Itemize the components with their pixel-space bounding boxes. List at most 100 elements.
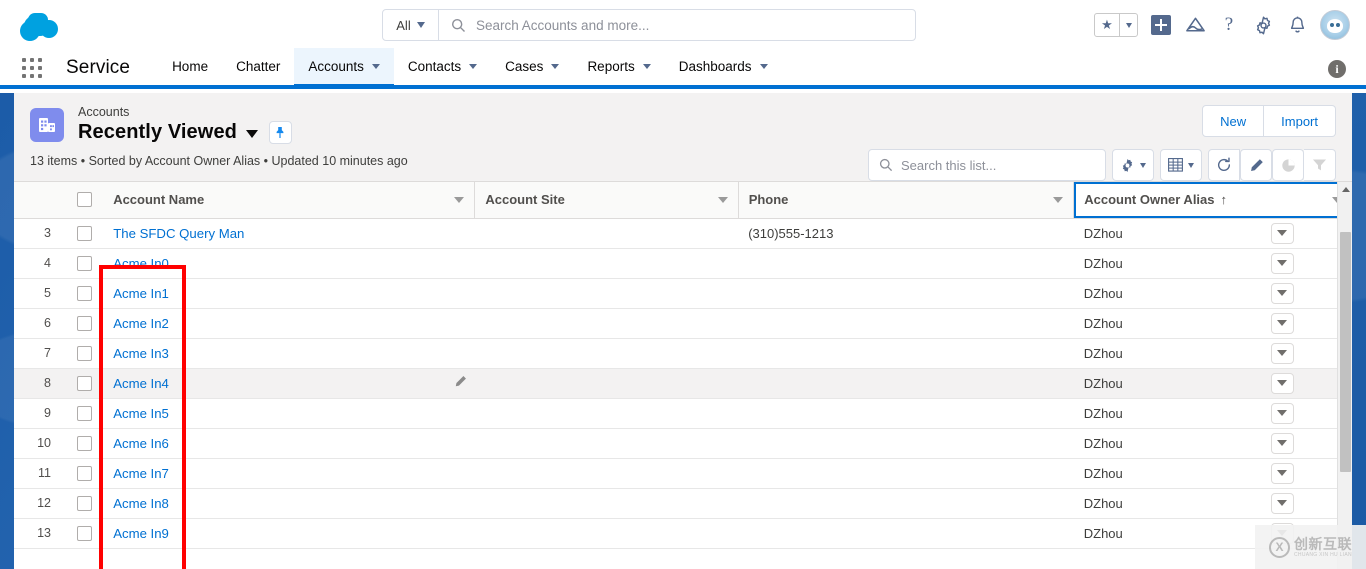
chevron-down-icon — [1277, 440, 1288, 446]
accounts-table-container: Account Name Account Site Phone Account … — [14, 181, 1352, 569]
search-scope-dropdown[interactable]: All — [383, 10, 439, 40]
import-button[interactable]: Import — [1264, 105, 1336, 137]
account-name-link[interactable]: Acme In7 — [113, 466, 169, 481]
trailhead-icon[interactable] — [1184, 14, 1206, 36]
list-view-chevron-down-icon[interactable] — [245, 130, 258, 138]
chevron-down-icon[interactable] — [1053, 196, 1064, 203]
user-avatar[interactable] — [1320, 10, 1350, 40]
app-launcher-grid-icon[interactable] — [22, 57, 48, 78]
charts-button[interactable] — [1272, 149, 1304, 181]
account-name-link[interactable]: Acme In2 — [113, 316, 169, 331]
row-actions-cell — [1212, 278, 1352, 309]
table-row[interactable]: 10 Acme In6 DZhou — [14, 428, 1352, 459]
salesforce-cloud-logo[interactable] — [20, 9, 64, 41]
account-name-link[interactable]: Acme In0 — [113, 256, 169, 271]
chevron-down-icon[interactable] — [454, 196, 465, 203]
row-checkbox[interactable] — [76, 345, 92, 361]
filter-button[interactable] — [1304, 149, 1336, 181]
table-row[interactable]: 5 Acme In1 DZhou — [14, 278, 1352, 309]
setup-gear-icon[interactable] — [1252, 14, 1274, 36]
account-name-link[interactable]: Acme In1 — [113, 286, 169, 301]
row-action-menu-button[interactable] — [1270, 222, 1294, 244]
table-row[interactable]: 12 Acme In8 DZhou — [14, 488, 1352, 519]
cell-account-owner-alias: DZhou — [1073, 278, 1213, 309]
global-search-input[interactable] — [476, 17, 915, 33]
cell-account-owner-alias: DZhou — [1073, 368, 1213, 399]
row-action-menu-button[interactable] — [1270, 252, 1294, 274]
tab-accounts[interactable]: Accounts — [294, 48, 394, 87]
row-action-menu-button[interactable] — [1270, 342, 1294, 364]
table-row[interactable]: 9 Acme In5 DZhou — [14, 398, 1352, 429]
help-icon[interactable]: ? — [1218, 14, 1240, 36]
row-checkbox[interactable] — [76, 285, 92, 301]
account-name-link[interactable]: Acme In8 — [113, 496, 169, 511]
list-search-input[interactable] — [901, 157, 1095, 173]
table-row[interactable]: 6 Acme In2 DZhou — [14, 308, 1352, 339]
row-checkbox[interactable] — [76, 465, 92, 481]
row-action-menu-button[interactable] — [1270, 492, 1294, 514]
pin-button[interactable] — [268, 121, 292, 144]
scroll-up-button[interactable] — [1338, 182, 1352, 196]
table-row[interactable]: 11 Acme In7 DZhou — [14, 458, 1352, 489]
edit-button[interactable] — [1240, 149, 1272, 181]
row-action-menu-button[interactable] — [1270, 312, 1294, 334]
chevron-down-icon — [416, 22, 425, 28]
row-checkbox[interactable] — [76, 405, 92, 421]
row-action-menu-button[interactable] — [1270, 432, 1294, 454]
tab-cases[interactable]: Cases — [491, 48, 573, 87]
table-row[interactable]: 8 Acme In4 DZhou — [14, 368, 1352, 399]
favorites-dropdown-icon[interactable] — [1119, 14, 1137, 36]
row-checkbox[interactable] — [76, 375, 92, 391]
row-actions-cell — [1212, 368, 1352, 399]
row-checkbox[interactable] — [76, 525, 92, 541]
table-row[interactable]: 13 Acme In9 DZhou — [14, 518, 1352, 549]
info-icon[interactable]: i — [1328, 60, 1346, 78]
column-header-account-name[interactable]: Account Name — [103, 182, 475, 219]
refresh-button[interactable] — [1208, 149, 1240, 181]
row-action-menu-button[interactable] — [1270, 372, 1294, 394]
account-name-link[interactable]: Acme In9 — [113, 526, 169, 541]
account-name-link[interactable]: Acme In3 — [113, 346, 169, 361]
row-checkbox[interactable] — [76, 495, 92, 511]
row-checkbox[interactable] — [76, 255, 92, 271]
row-actions-cell — [1212, 338, 1352, 369]
column-header-phone[interactable]: Phone — [737, 182, 1074, 219]
column-header-account-site[interactable]: Account Site — [474, 182, 739, 219]
tab-contacts[interactable]: Contacts — [394, 48, 491, 87]
row-action-menu-button[interactable] — [1270, 462, 1294, 484]
inline-edit-pencil-icon[interactable] — [454, 375, 467, 391]
list-view-controls-gear-button[interactable] — [1112, 149, 1154, 181]
select-all-checkbox[interactable] — [76, 192, 92, 208]
cell-account-name: Acme In8 — [103, 488, 475, 519]
table-row[interactable]: 4 Acme In0 DZhou — [14, 248, 1352, 279]
notifications-bell-icon[interactable] — [1286, 14, 1308, 36]
new-button[interactable]: New — [1202, 105, 1265, 137]
table-row[interactable]: 3 The SFDC Query Man (310)555-1213 DZhou — [14, 218, 1352, 249]
tab-reports[interactable]: Reports — [573, 48, 664, 87]
row-action-menu-button[interactable] — [1270, 282, 1294, 304]
tab-label: Dashboards — [678, 58, 752, 74]
chevron-down-icon[interactable] — [717, 196, 728, 203]
display-as-table-button[interactable] — [1160, 149, 1202, 181]
tab-home[interactable]: Home — [158, 48, 222, 87]
row-action-menu-button[interactable] — [1270, 402, 1294, 424]
vertical-scrollbar[interactable] — [1337, 182, 1352, 569]
row-checkbox[interactable] — [76, 315, 92, 331]
column-label: Phone — [748, 192, 789, 208]
account-name-link[interactable]: The SFDC Query Man — [113, 226, 244, 241]
account-name-link[interactable]: Acme In5 — [113, 406, 169, 421]
account-name-link[interactable]: Acme In4 — [113, 376, 169, 391]
table-row[interactable]: 7 Acme In3 DZhou — [14, 338, 1352, 369]
cell-account-owner-alias: DZhou — [1073, 218, 1213, 249]
app-name-label[interactable]: Service — [66, 57, 130, 79]
row-select-cell — [64, 488, 104, 519]
column-header-account-owner-alias[interactable]: Account Owner Alias ↑ — [1073, 182, 1352, 219]
favorites-star-icon[interactable]: ★ — [1095, 14, 1119, 36]
add-icon[interactable] — [1150, 14, 1172, 36]
row-checkbox[interactable] — [76, 225, 92, 241]
scrollbar-thumb[interactable] — [1340, 232, 1351, 472]
account-name-link[interactable]: Acme In6 — [113, 436, 169, 451]
tab-chatter[interactable]: Chatter — [222, 48, 294, 87]
tab-dashboards[interactable]: Dashboards — [665, 48, 782, 87]
row-checkbox[interactable] — [76, 435, 92, 451]
